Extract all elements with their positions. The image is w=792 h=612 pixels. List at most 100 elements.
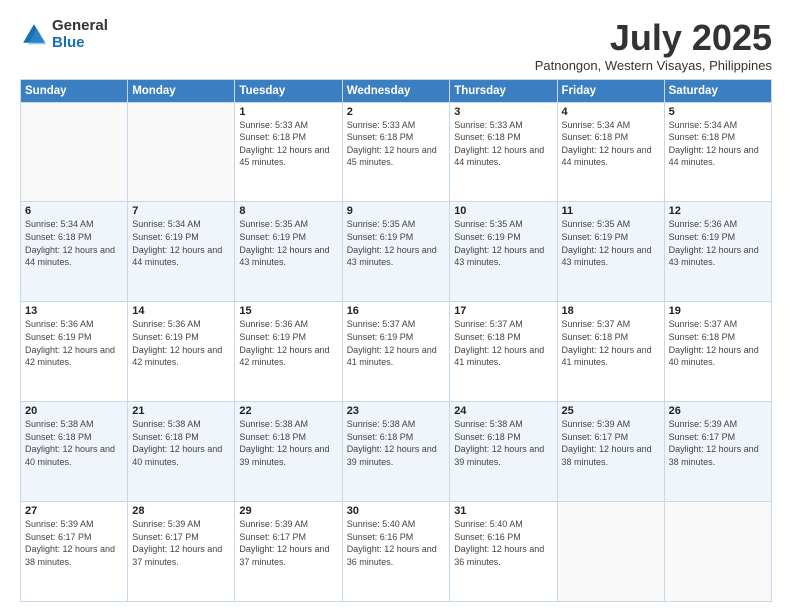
logo-blue: Blue (52, 35, 108, 52)
calendar-cell: 4Sunrise: 5:34 AM Sunset: 6:18 PM Daylig… (557, 102, 664, 202)
day-info: Sunrise: 5:34 AM Sunset: 6:19 PM Dayligh… (132, 218, 230, 268)
calendar-week-3: 13Sunrise: 5:36 AM Sunset: 6:19 PM Dayli… (21, 302, 772, 402)
day-info: Sunrise: 5:35 AM Sunset: 6:19 PM Dayligh… (239, 218, 337, 268)
calendar-week-5: 27Sunrise: 5:39 AM Sunset: 6:17 PM Dayli… (21, 502, 772, 602)
day-number: 1 (239, 106, 337, 118)
logo-icon (20, 21, 48, 49)
calendar-cell (664, 502, 771, 602)
calendar-cell: 11Sunrise: 5:35 AM Sunset: 6:19 PM Dayli… (557, 202, 664, 302)
calendar-header-saturday: Saturday (664, 79, 771, 102)
calendar-cell: 25Sunrise: 5:39 AM Sunset: 6:17 PM Dayli… (557, 402, 664, 502)
day-info: Sunrise: 5:38 AM Sunset: 6:18 PM Dayligh… (239, 418, 337, 468)
day-number: 17 (454, 305, 552, 317)
calendar-header-tuesday: Tuesday (235, 79, 342, 102)
day-number: 14 (132, 305, 230, 317)
calendar-header-monday: Monday (128, 79, 235, 102)
calendar-week-1: 1 Sunrise: 5:33 AM Sunset: 6:18 PM Daylig… (21, 102, 772, 202)
day-number: 20 (25, 405, 123, 417)
page: General Blue July 2025 Patnongon, Wester… (0, 0, 792, 612)
calendar-header-sunday: Sunday (21, 79, 128, 102)
calendar-cell: 23Sunrise: 5:38 AM Sunset: 6:18 PM Dayli… (342, 402, 450, 502)
calendar-header-row: SundayMondayTuesdayWednesdayThursdayFrid… (21, 79, 772, 102)
day-info: Sunrise: 5:39 AM Sunset: 6:17 PM Dayligh… (132, 518, 230, 568)
day-info: Sunrise: 5:40 AM Sunset: 6:16 PM Dayligh… (454, 518, 552, 568)
day-info: Sunrise: 5:36 AM Sunset: 6:19 PM Dayligh… (239, 318, 337, 368)
calendar-cell: 18Sunrise: 5:37 AM Sunset: 6:18 PM Dayli… (557, 302, 664, 402)
calendar-cell: 19Sunrise: 5:37 AM Sunset: 6:18 PM Dayli… (664, 302, 771, 402)
day-info: Sunrise: 5:33 AM Sunset: 6:18 PM Dayligh… (454, 119, 552, 169)
calendar-cell: 17Sunrise: 5:37 AM Sunset: 6:18 PM Dayli… (450, 302, 557, 402)
day-info: Sunrise: 5:36 AM Sunset: 6:19 PM Dayligh… (132, 318, 230, 368)
day-info: Sunrise: 5:37 AM Sunset: 6:18 PM Dayligh… (669, 318, 767, 368)
calendar-cell: 6Sunrise: 5:34 AM Sunset: 6:18 PM Daylig… (21, 202, 128, 302)
calendar-header-friday: Friday (557, 79, 664, 102)
day-number: 26 (669, 405, 767, 417)
calendar-cell: 10Sunrise: 5:35 AM Sunset: 6:19 PM Dayli… (450, 202, 557, 302)
day-info: Sunrise: 5:34 AM Sunset: 6:18 PM Dayligh… (25, 218, 123, 268)
calendar-cell: 12Sunrise: 5:36 AM Sunset: 6:19 PM Dayli… (664, 202, 771, 302)
day-number: 22 (239, 405, 337, 417)
calendar-cell: 8Sunrise: 5:35 AM Sunset: 6:19 PM Daylig… (235, 202, 342, 302)
calendar-cell: 29Sunrise: 5:39 AM Sunset: 6:17 PM Dayli… (235, 502, 342, 602)
calendar-cell: 24Sunrise: 5:38 AM Sunset: 6:18 PM Dayli… (450, 402, 557, 502)
day-info: Sunrise: 5:35 AM Sunset: 6:19 PM Dayligh… (562, 218, 660, 268)
day-number: 2 (347, 106, 446, 118)
calendar-cell: 20Sunrise: 5:38 AM Sunset: 6:18 PM Dayli… (21, 402, 128, 502)
header: General Blue July 2025 Patnongon, Wester… (20, 18, 772, 73)
day-info: Sunrise: 5:33 AM Sunset: 6:18 PM Dayligh… (347, 119, 446, 169)
calendar-cell: 27Sunrise: 5:39 AM Sunset: 6:17 PM Dayli… (21, 502, 128, 602)
day-info: Sunrise: 5:35 AM Sunset: 6:19 PM Dayligh… (347, 218, 446, 268)
day-info: Sunrise: 5:39 AM Sunset: 6:17 PM Dayligh… (239, 518, 337, 568)
day-info: Sunrise: 5:34 AM Sunset: 6:18 PM Dayligh… (669, 119, 767, 169)
day-number: 23 (347, 405, 446, 417)
day-info: Sunrise: 5:39 AM Sunset: 6:17 PM Dayligh… (25, 518, 123, 568)
day-number: 29 (239, 505, 337, 517)
day-info: Sunrise: 5:38 AM Sunset: 6:18 PM Dayligh… (25, 418, 123, 468)
day-number: 5 (669, 106, 767, 118)
day-number: 31 (454, 505, 552, 517)
day-info: Sunrise: 5:40 AM Sunset: 6:16 PM Dayligh… (347, 518, 446, 568)
day-info: Sunrise: 5:35 AM Sunset: 6:19 PM Dayligh… (454, 218, 552, 268)
day-info: Sunrise: 5:38 AM Sunset: 6:18 PM Dayligh… (132, 418, 230, 468)
calendar-header-wednesday: Wednesday (342, 79, 450, 102)
calendar-cell: 16Sunrise: 5:37 AM Sunset: 6:19 PM Dayli… (342, 302, 450, 402)
day-info: Sunrise: 5:37 AM Sunset: 6:18 PM Dayligh… (562, 318, 660, 368)
day-number: 15 (239, 305, 337, 317)
subtitle: Patnongon, Western Visayas, Philippines (535, 58, 772, 73)
title-block: July 2025 Patnongon, Western Visayas, Ph… (535, 18, 772, 73)
day-number: 30 (347, 505, 446, 517)
day-number: 16 (347, 305, 446, 317)
day-info: Sunrise: 5:37 AM Sunset: 6:18 PM Dayligh… (454, 318, 552, 368)
calendar-cell: 13Sunrise: 5:36 AM Sunset: 6:19 PM Dayli… (21, 302, 128, 402)
day-number: 12 (669, 205, 767, 217)
calendar-cell: 3Sunrise: 5:33 AM Sunset: 6:18 PM Daylig… (450, 102, 557, 202)
calendar-cell: 26Sunrise: 5:39 AM Sunset: 6:17 PM Dayli… (664, 402, 771, 502)
calendar-cell: 1Sunrise: 5:33 AM Sunset: 6:18 PM Daylig… (235, 102, 342, 202)
day-number: 10 (454, 205, 552, 217)
logo-text: General Blue (52, 18, 108, 51)
calendar-cell: 22Sunrise: 5:38 AM Sunset: 6:18 PM Dayli… (235, 402, 342, 502)
calendar-cell: 9Sunrise: 5:35 AM Sunset: 6:19 PM Daylig… (342, 202, 450, 302)
calendar-cell: 2Sunrise: 5:33 AM Sunset: 6:18 PM Daylig… (342, 102, 450, 202)
calendar-cell: 21Sunrise: 5:38 AM Sunset: 6:18 PM Dayli… (128, 402, 235, 502)
calendar-cell (128, 102, 235, 202)
logo-general: General (52, 18, 108, 35)
day-info: Sunrise: 5:39 AM Sunset: 6:17 PM Dayligh… (562, 418, 660, 468)
day-number: 4 (562, 106, 660, 118)
day-number: 9 (347, 205, 446, 217)
day-number: 24 (454, 405, 552, 417)
calendar-table: SundayMondayTuesdayWednesdayThursdayFrid… (20, 79, 772, 602)
day-info: Sunrise: 5:36 AM Sunset: 6:19 PM Dayligh… (669, 218, 767, 268)
day-info: Sunrise: 5:39 AM Sunset: 6:17 PM Dayligh… (669, 418, 767, 468)
day-number: 21 (132, 405, 230, 417)
calendar-cell (557, 502, 664, 602)
day-number: 13 (25, 305, 123, 317)
logo: General Blue (20, 18, 108, 51)
calendar-cell (21, 102, 128, 202)
calendar-week-4: 20Sunrise: 5:38 AM Sunset: 6:18 PM Dayli… (21, 402, 772, 502)
day-number: 6 (25, 205, 123, 217)
day-number: 8 (239, 205, 337, 217)
day-info: Sunrise: 5:38 AM Sunset: 6:18 PM Dayligh… (347, 418, 446, 468)
day-info: Sunrise: 5:36 AM Sunset: 6:19 PM Dayligh… (25, 318, 123, 368)
day-info: Sunrise: 5:37 AM Sunset: 6:19 PM Dayligh… (347, 318, 446, 368)
